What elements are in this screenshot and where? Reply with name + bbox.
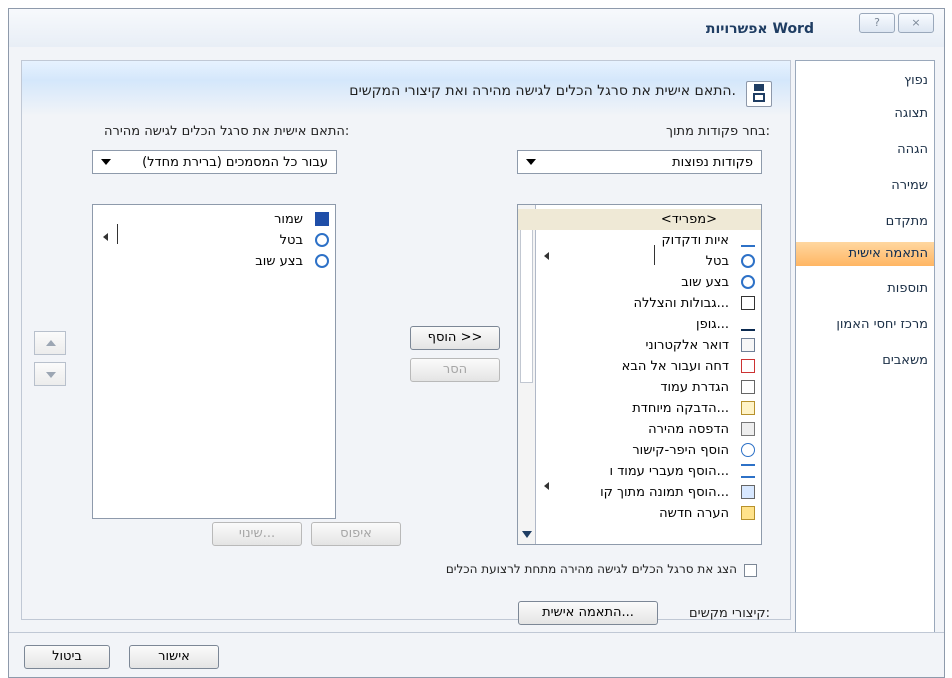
scroll-down-icon[interactable] — [522, 531, 532, 538]
help-button[interactable]: ? — [859, 13, 895, 33]
title-bar: ? × אפשרויות Word — [9, 9, 944, 47]
header-band: התאם אישית את סרגל הכלים לגישה מהירה ואת… — [22, 61, 790, 116]
paste-special-icon — [741, 401, 755, 415]
font-icon — [741, 317, 755, 331]
list-item[interactable]: גופן... — [535, 314, 755, 335]
customize-shortcuts-button[interactable]: התאמה אישית... — [518, 601, 658, 625]
options-dialog: ? × אפשרויות Word נפוץ תצוגה הגהה שמירה … — [8, 8, 945, 678]
list-item[interactable]: הוסף תמונה מתוך קו... — [535, 482, 755, 503]
page-break-icon — [741, 464, 755, 478]
list-item[interactable]: הדפסה מהירה — [535, 419, 755, 440]
close-button[interactable]: × — [898, 13, 934, 33]
sidebar-item-customize[interactable]: התאמה אישית — [796, 242, 934, 266]
commands-dropdown[interactable]: פקודות נפוצות — [517, 150, 762, 174]
chevron-down-icon — [101, 159, 111, 165]
redo-icon — [741, 275, 755, 289]
submenu-arrow-icon — [544, 482, 549, 490]
window-title: אפשרויות Word — [705, 21, 814, 37]
list-item[interactable]: בטל — [97, 230, 329, 251]
list-item[interactable]: הגדרת עמוד — [535, 377, 755, 398]
list-item[interactable]: הוסף היפר-קישור — [535, 440, 755, 461]
quick-print-icon — [741, 422, 755, 436]
modify-button[interactable]: שינוי... — [212, 522, 302, 546]
arrow-up-icon — [46, 340, 56, 346]
add-button[interactable]: הוסף >> — [410, 326, 500, 350]
undo-icon — [315, 233, 329, 247]
choose-from-label: בחר פקודות מתוך: — [666, 124, 770, 139]
sidebar-item-resources[interactable]: משאבים — [882, 353, 928, 368]
floppy-icon — [746, 81, 772, 107]
reject-icon — [741, 359, 755, 373]
move-up-button[interactable] — [34, 331, 66, 355]
spellcheck-icon — [741, 233, 755, 247]
commands-scrollbar[interactable] — [518, 205, 536, 544]
page-setup-icon — [741, 380, 755, 394]
hyperlink-icon — [741, 443, 755, 457]
borders-icon — [741, 296, 755, 310]
submenu-arrow-icon — [103, 233, 108, 241]
save-icon — [315, 212, 329, 226]
checkbox-label: הצג את סרגל הכלים לגישה מהירה מתחת לרצוע… — [445, 562, 737, 576]
main-panel: התאם אישית את סרגל הכלים לגישה מהירה ואת… — [21, 60, 791, 625]
sidebar-item-addins[interactable]: תוספות — [887, 281, 928, 296]
list-item[interactable]: בצע שוב — [535, 272, 755, 293]
ok-button[interactable]: אישור — [129, 645, 219, 669]
list-item[interactable]: איות ודקדוק — [535, 230, 755, 251]
list-item[interactable]: בצע שוב — [97, 251, 329, 272]
customize-dropdown[interactable]: עבור כל המסמכים (ברירת מחדל) — [92, 150, 337, 174]
list-item[interactable]: דחה ועבור אל הבא — [535, 356, 755, 377]
arrow-down-icon — [46, 372, 56, 378]
qat-list[interactable]: שמור בטל בצע שוב — [92, 204, 336, 519]
insert-picture-icon — [741, 485, 755, 499]
chevron-down-icon — [526, 159, 536, 165]
dialog-footer: ביטול אישור — [9, 632, 944, 677]
cancel-button[interactable]: ביטול — [24, 645, 110, 669]
sidebar: נפוץ תצוגה הגהה שמירה מתקדם התאמה אישית … — [795, 60, 935, 668]
list-item[interactable]: הוסף מעברי עמוד ו... — [535, 461, 755, 482]
customize-qat-label: התאם אישית את סרגל הכלים לגישה מהירה: — [104, 124, 350, 139]
list-item[interactable]: דואר אלקטרוני — [535, 335, 755, 356]
shortcuts-label: קיצורי מקשים: — [689, 606, 770, 621]
sidebar-item-advanced[interactable]: מתקדם — [886, 214, 928, 229]
scroll-thumb[interactable] — [520, 223, 533, 383]
list-item[interactable]: <מפריד> — [518, 209, 761, 230]
sidebar-item-trust-center[interactable]: מרכז יחסי האמון — [836, 317, 928, 332]
email-icon — [741, 338, 755, 352]
list-item[interactable]: הערה חדשה — [535, 503, 755, 524]
list-item[interactable]: גבולות והצללה... — [535, 293, 755, 314]
sidebar-item-proofing[interactable]: הגהה — [897, 142, 928, 157]
list-item[interactable]: שמור — [97, 209, 329, 230]
move-down-button[interactable] — [34, 362, 66, 386]
sidebar-item-common[interactable]: נפוץ — [904, 73, 928, 88]
list-item[interactable]: בטל — [535, 251, 755, 272]
commands-list[interactable]: <מפריד> איות ודקדוק בטל בצע שוב גבולות ו… — [517, 204, 762, 545]
separator-line — [654, 245, 655, 265]
sidebar-item-save[interactable]: שמירה — [891, 178, 928, 193]
undo-icon — [741, 254, 755, 268]
separator-line — [117, 224, 118, 244]
list-item[interactable]: הדבקה מיוחדת... — [535, 398, 755, 419]
qat-below-ribbon-checkbox[interactable] — [744, 564, 757, 577]
submenu-arrow-icon — [544, 252, 549, 260]
page-title: התאם אישית את סרגל הכלים לגישה מהירה ואת… — [349, 83, 736, 99]
sidebar-item-display[interactable]: תצוגה — [894, 106, 928, 121]
remove-button[interactable]: הסר — [410, 358, 500, 382]
redo-icon — [315, 254, 329, 268]
new-comment-icon — [741, 506, 755, 520]
reset-button[interactable]: איפוס — [311, 522, 401, 546]
